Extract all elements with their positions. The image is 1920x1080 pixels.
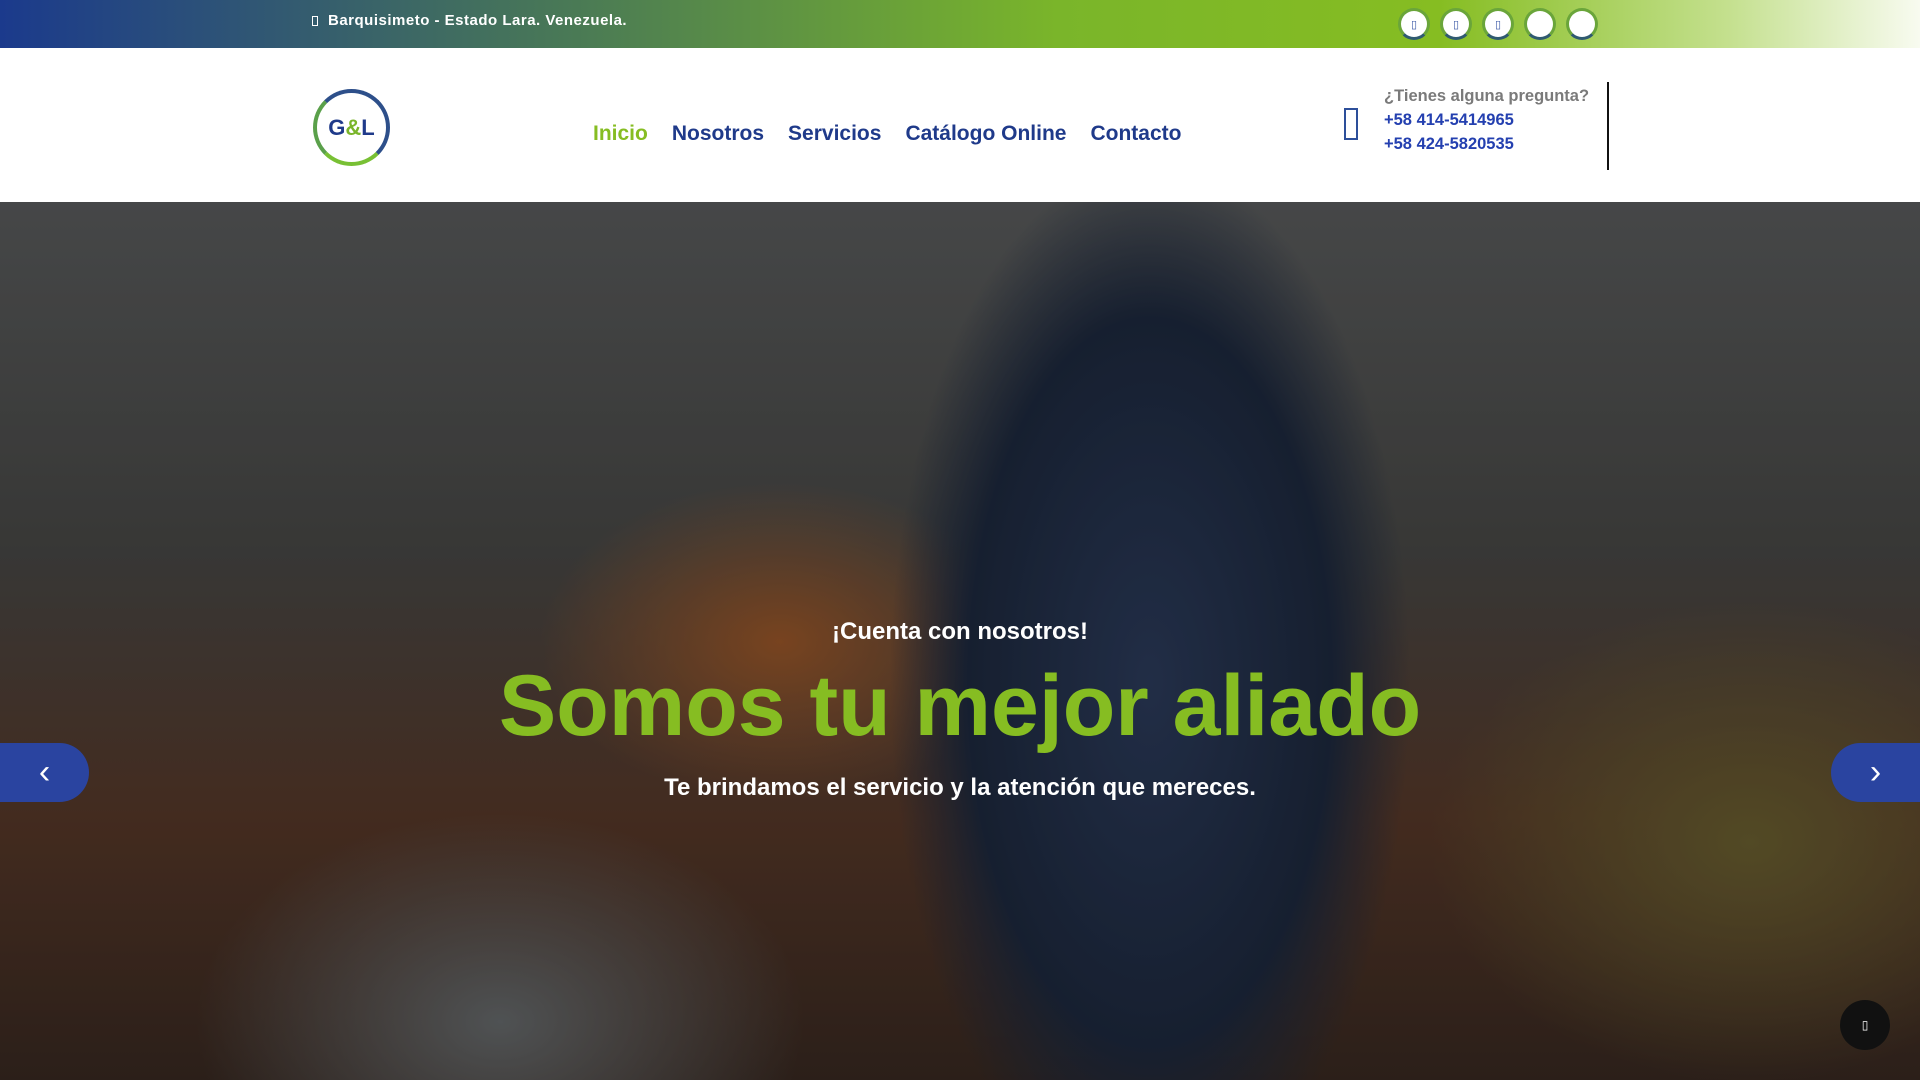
map-pin-icon [312,16,318,27]
top-bar: Barquisimeto - Estado Lara. Venezuela. ▯… [0,0,1920,48]
logo[interactable]: G & L [313,89,390,166]
instagram-icon[interactable]: ▯ [1440,8,1472,40]
hero-title: Somos tu mejor aliado [498,658,1422,754]
nav-catalogo-online[interactable]: Catálogo Online [905,122,1066,146]
facebook-icon[interactable]: ▯ [1398,8,1430,40]
social-links: ▯ ▯ ▯ [1398,8,1598,40]
nav-servicios[interactable]: Servicios [788,122,881,146]
main-nav: Inicio Nosotros Servicios Catálogo Onlin… [593,122,1181,146]
chevron-left-icon: ‹ [38,753,51,791]
site-header: G & L Inicio Nosotros Servicios Catálogo O… [0,48,1920,202]
hero-subtitle: Te brindamos el servicio y la atención q… [664,774,1256,801]
location: Barquisimeto - Estado Lara. Venezuela. [312,12,627,29]
chevron-right-icon: › [1869,753,1882,791]
location-text: Barquisimeto - Estado Lara. Venezuela. [328,12,628,29]
slider-prev-button[interactable]: ‹ [0,743,89,802]
arrow-up-icon: ▯ [1861,1018,1869,1032]
nav-nosotros[interactable]: Nosotros [672,122,764,146]
hero-eyebrow: ¡Cuenta con nosotros! [832,618,1088,645]
nav-contacto[interactable]: Contacto [1090,122,1181,146]
contact-question: ¿Tienes alguna pregunta? [1384,87,1590,105]
slider-next-button[interactable]: › [1831,743,1920,802]
twitter-icon[interactable]: ▯ [1482,8,1514,40]
phone-icon [1344,108,1358,140]
divider [1607,82,1609,170]
contact-info: ¿Tienes alguna pregunta? +58 414-5414965… [1384,84,1589,156]
scroll-to-top-button[interactable]: ▯ [1840,1000,1890,1050]
phone-link-2[interactable]: +58 424-5820535 [1384,132,1589,156]
nav-inicio[interactable]: Inicio [593,122,648,146]
youtube-icon[interactable] [1566,8,1598,40]
hero-slider: ¡Cuenta con nosotros! Somos tu mejor ali… [0,202,1920,1080]
phone-link-1[interactable]: +58 414-5414965 [1384,108,1589,132]
whatsapp-icon[interactable] [1524,8,1556,40]
